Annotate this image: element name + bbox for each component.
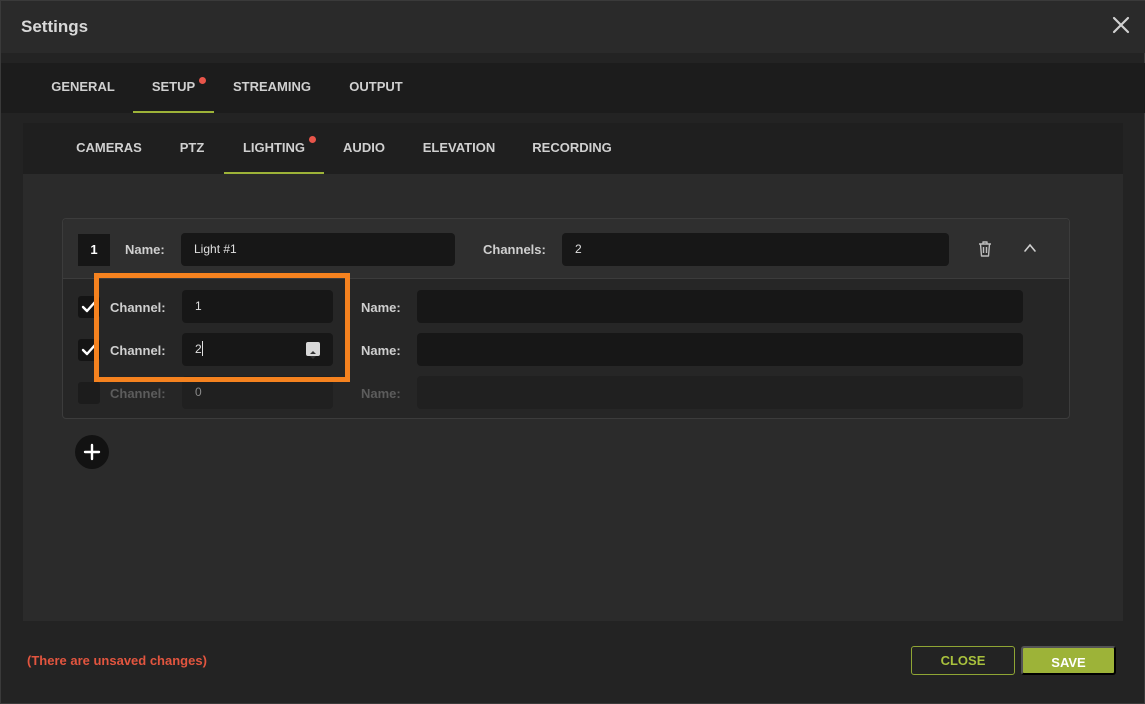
text-cursor (202, 341, 203, 356)
tab-general[interactable]: GENERAL (41, 63, 125, 113)
checkmark-icon (81, 300, 97, 313)
chevron-up-icon[interactable] (1023, 241, 1037, 255)
channel-label: Channel: (110, 386, 166, 401)
light-card: 1 Name: Light #1 Channels: 2 Channel: 1 … (62, 218, 1070, 419)
light-number-badge: 1 (78, 234, 110, 266)
settings-dialog: Settings GENERAL SETUP STREAMING OUTPUT … (0, 0, 1145, 704)
setup-content-panel: CAMERAS PTZ LIGHTING AUDIO ELEVATION REC… (23, 123, 1123, 621)
channel-name-label: Name: (361, 343, 401, 358)
unsaved-changes-notice: (There are unsaved changes) (27, 653, 207, 668)
main-tab-bar: GENERAL SETUP STREAMING OUTPUT (1, 63, 1145, 113)
channels-field[interactable]: 2 (562, 233, 949, 266)
tab-ptz-label: PTZ (179, 140, 205, 155)
tab-lighting[interactable]: LIGHTING (224, 123, 324, 174)
unsaved-dot (309, 136, 316, 143)
light-name-field[interactable]: Light #1 (181, 233, 455, 266)
trash-icon[interactable] (977, 240, 993, 258)
tab-audio[interactable]: AUDIO (333, 123, 395, 174)
tab-elevation[interactable]: ELEVATION (413, 123, 505, 174)
tab-general-label: GENERAL (51, 79, 115, 94)
channel-checkbox[interactable] (78, 296, 100, 318)
channel-number-value: 2 (195, 342, 202, 356)
channel-name-field[interactable] (417, 333, 1023, 366)
tab-audio-label: AUDIO (343, 140, 385, 155)
channel-label: Channel: (110, 300, 166, 315)
tab-cameras[interactable]: CAMERAS (63, 123, 155, 174)
tab-elevation-label: ELEVATION (422, 140, 496, 155)
tab-streaming-label: STREAMING (233, 79, 311, 94)
dialog-title: Settings (21, 17, 89, 36)
tab-cameras-label: CAMERAS (76, 140, 142, 155)
light-name-label: Name: (125, 242, 165, 257)
checkmark-icon (81, 343, 97, 356)
close-icon[interactable] (1111, 15, 1131, 35)
stepper-icon[interactable] (306, 342, 320, 359)
save-button[interactable]: SAVE (1021, 646, 1116, 675)
channel-name-label: Name: (361, 386, 401, 401)
add-light-button[interactable] (75, 435, 109, 469)
tab-lighting-label: LIGHTING (242, 140, 306, 155)
tab-setup-label: SETUP (151, 79, 196, 94)
title-bar: Settings (1, 1, 1145, 53)
plus-icon (83, 443, 101, 461)
channel-number-field[interactable]: 0 (182, 376, 333, 409)
tab-setup[interactable]: SETUP (133, 63, 214, 113)
close-button[interactable]: CLOSE (911, 646, 1015, 675)
tab-streaming[interactable]: STREAMING (222, 63, 322, 113)
channel-name-field[interactable] (417, 290, 1023, 323)
light-card-header: 1 Name: Light #1 Channels: 2 (63, 219, 1069, 279)
channel-checkbox[interactable] (78, 382, 100, 404)
tab-output[interactable]: OUTPUT (337, 63, 415, 113)
channel-name-field[interactable] (417, 376, 1023, 409)
channel-label: Channel: (110, 343, 166, 358)
channel-name-label: Name: (361, 300, 401, 315)
tab-recording[interactable]: RECORDING (523, 123, 621, 174)
channel-checkbox[interactable] (78, 339, 100, 361)
unsaved-dot (199, 77, 206, 84)
tab-recording-label: RECORDING (532, 140, 612, 155)
tab-output-label: OUTPUT (349, 79, 403, 94)
channel-number-field[interactable]: 2 (182, 333, 333, 366)
tab-ptz[interactable]: PTZ (169, 123, 215, 174)
channel-number-field[interactable]: 1 (182, 290, 333, 323)
channels-label: Channels: (483, 242, 546, 257)
sub-tab-bar: CAMERAS PTZ LIGHTING AUDIO ELEVATION REC… (23, 123, 1123, 174)
